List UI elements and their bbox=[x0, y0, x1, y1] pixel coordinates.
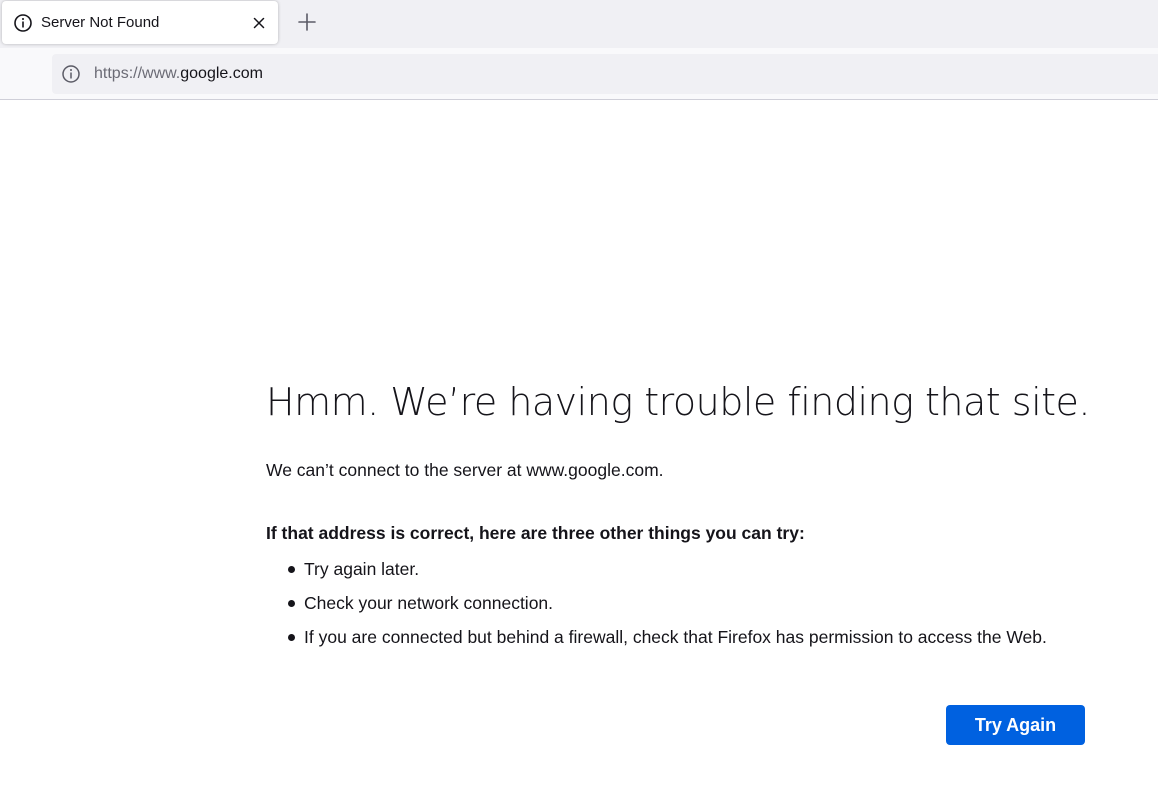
bullet bbox=[288, 600, 295, 607]
list-item: Try again later. bbox=[266, 552, 1126, 586]
tab-strip: Server Not Found bbox=[0, 0, 1158, 48]
bullet bbox=[288, 566, 295, 573]
tab-title: Server Not Found bbox=[41, 14, 160, 31]
url-host: google.com bbox=[180, 65, 263, 82]
bullet bbox=[288, 634, 295, 641]
list-item: If you are connected but behind a firewa… bbox=[266, 620, 1126, 654]
navigation-toolbar: https://www.google.com bbox=[0, 48, 1158, 100]
tips-heading: If that address is correct, here are thr… bbox=[266, 523, 805, 543]
tip-text: If you are connected but behind a firewa… bbox=[304, 627, 1047, 647]
url-scheme: https://www. bbox=[94, 65, 181, 82]
close-icon[interactable] bbox=[249, 13, 269, 33]
list-item: Check your network connection. bbox=[266, 586, 1126, 620]
tip-text: Try again later. bbox=[304, 559, 420, 579]
info-icon bbox=[14, 14, 32, 32]
page-title: Hmm. We’re having trouble finding that s… bbox=[266, 380, 1090, 424]
plus-icon[interactable] bbox=[294, 9, 320, 35]
error-description: We can’t connect to the server at www.go… bbox=[266, 460, 664, 480]
tip-text: Check your network connection. bbox=[304, 593, 554, 613]
url-text[interactable]: https://www.google.com bbox=[94, 65, 263, 83]
info-icon[interactable] bbox=[61, 64, 81, 84]
url-bar[interactable]: https://www.google.com bbox=[52, 54, 1158, 94]
error-content: Hmm. We’re having trouble finding that s… bbox=[266, 376, 1126, 654]
try-again-button[interactable]: Try Again bbox=[946, 705, 1085, 745]
tab-server-not-found[interactable]: Server Not Found bbox=[2, 1, 278, 44]
tips-list: Try again later. Check your network conn… bbox=[266, 552, 1126, 654]
